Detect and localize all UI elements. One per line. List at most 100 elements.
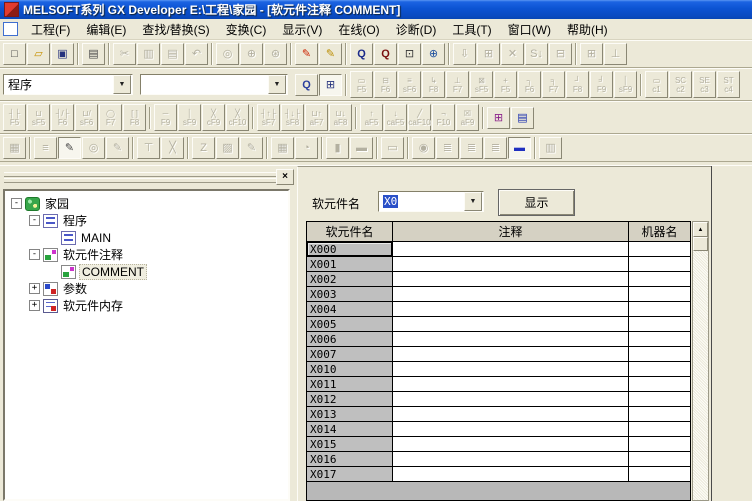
device-name-cell[interactable]: X014 <box>307 422 393 437</box>
machine-name-cell[interactable] <box>629 242 690 257</box>
comment-cell[interactable] <box>393 287 629 302</box>
device-name-cell[interactable]: X007 <box>307 347 393 362</box>
structured-data-button[interactable]: ⊥ <box>604 43 627 65</box>
buffer-memory-monitor-button[interactable]: ◔ <box>295 137 318 159</box>
online-program-button[interactable]: ⊕ <box>422 43 445 65</box>
close-icon[interactable]: × <box>276 169 294 185</box>
paste-button[interactable]: ▤ <box>161 43 184 65</box>
statement-edit-button[interactable]: ✎ <box>319 43 342 65</box>
macro-button[interactable]: ≣ <box>484 137 507 159</box>
parallel-closed-contact-button[interactable]: ⊔/ sF6 <box>75 104 98 131</box>
write-to-plc-button[interactable]: ⇩ <box>453 43 476 65</box>
coil-button[interactable]: ◯ F7 <box>99 104 122 131</box>
print-button[interactable]: ▤ <box>82 43 105 65</box>
tree-expander-icon[interactable]: - <box>29 215 40 226</box>
comment-cell[interactable] <box>393 302 629 317</box>
tree-item-parameter[interactable]: + 参数 <box>5 280 288 297</box>
horizontal-line-button[interactable]: ─ F9 <box>154 104 177 131</box>
project-data-list-button[interactable]: ⊞ <box>319 74 342 96</box>
menu-item[interactable]: 工程(F) <box>24 19 77 40</box>
comment-cell[interactable] <box>393 257 629 272</box>
horizontal-branch-button[interactable]: ¬ F10 <box>432 104 455 131</box>
parallel-falling-pulse-button[interactable]: ⊔↓ aF8 <box>329 104 352 131</box>
comment-display-button[interactable]: ▬ <box>508 137 531 159</box>
delete-vertical-line-button[interactable]: ╳ cF10 <box>226 104 249 131</box>
machine-name-cell[interactable] <box>629 407 690 422</box>
delete-horizontal-line-button[interactable]: ╳ cF9 <box>202 104 225 131</box>
device-name-cell[interactable]: X001 <box>307 257 393 272</box>
menu-item[interactable]: 诊断(D) <box>389 19 444 40</box>
device-use-list-button[interactable]: ≣ <box>460 137 483 159</box>
program-check-button[interactable]: ✕ <box>501 43 524 65</box>
comment-cell[interactable] <box>393 362 629 377</box>
new-window-button[interactable]: ▭ <box>381 137 404 159</box>
application-instruction-button[interactable]: [ ] F8 <box>123 104 146 131</box>
sfc-end-step-button[interactable]: ⊥ F7 <box>446 71 469 98</box>
monitor-mode-button[interactable]: ◎ <box>82 137 105 159</box>
machine-name-cell[interactable] <box>629 347 690 362</box>
device-name-cell[interactable]: X011 <box>307 377 393 392</box>
comment-cell[interactable] <box>393 422 629 437</box>
sfc-sc-button[interactable]: SC c2 <box>669 71 692 98</box>
comment-cell[interactable] <box>393 272 629 287</box>
parallel-open-contact-button[interactable]: ⊔ sF5 <box>27 104 50 131</box>
closed-contact-button[interactable]: ┤/├ F6 <box>51 104 74 131</box>
falling-pulse-button[interactable]: ┤↓├ sF8 <box>281 104 304 131</box>
menu-item[interactable]: 编辑(E) <box>79 19 133 40</box>
entry-ladder-monitor-button[interactable]: ▨ <box>216 137 239 159</box>
find-device-button[interactable]: ⊛ <box>264 43 287 65</box>
data-name-combobox[interactable]: ▼ <box>140 74 288 95</box>
device-name-cell[interactable]: X012 <box>307 392 393 407</box>
menu-item[interactable]: 变换(C) <box>219 19 274 40</box>
circuit-find-2-button[interactable]: Q <box>374 43 397 65</box>
comment-cell[interactable] <box>393 437 629 452</box>
comment-cell[interactable] <box>393 332 629 347</box>
comment-cell[interactable] <box>393 242 629 257</box>
show-button[interactable]: 显示 <box>498 189 575 216</box>
monitor-window-button[interactable]: ⊡ <box>398 43 421 65</box>
device-name-cell[interactable]: X013 <box>307 407 393 422</box>
device-name-combobox[interactable]: X0 ▼ <box>378 191 484 212</box>
device-name-cell[interactable]: X000 <box>307 242 393 257</box>
circuit-find-button[interactable]: Q <box>350 43 373 65</box>
dock-grip[interactable] <box>4 171 276 183</box>
open-project-button[interactable]: ▱ <box>27 43 50 65</box>
scrollbar-thumb[interactable] <box>693 237 708 251</box>
machine-name-cell[interactable] <box>629 377 690 392</box>
device-name-cell[interactable]: X005 <box>307 317 393 332</box>
comment-cell[interactable] <box>393 407 629 422</box>
machine-name-cell[interactable] <box>629 272 690 287</box>
device-test-tool-button[interactable]: ⊤ <box>137 137 160 159</box>
save-project-button[interactable]: ▣ <box>51 43 74 65</box>
machine-name-cell[interactable] <box>629 437 690 452</box>
chevron-down-icon[interactable]: ▼ <box>464 192 482 211</box>
find-replace-button[interactable]: ⊕ <box>240 43 263 65</box>
tree-item-comment[interactable]: COMMENT <box>5 263 288 280</box>
machine-name-cell[interactable] <box>629 452 690 467</box>
menu-item[interactable]: 在线(O) <box>331 19 386 40</box>
device-registration-button[interactable]: ▦ <box>271 137 294 159</box>
sfc-simultaneous-divergence-button[interactable]: ╕ F7 <box>542 71 565 98</box>
online-monitor-button[interactable]: ◉ <box>412 137 435 159</box>
ladder-block-button[interactable]: ⊟ <box>549 43 572 65</box>
menu-item[interactable]: 工具(T) <box>445 19 498 40</box>
tree-item-project-root[interactable]: - 家园 <box>5 195 288 212</box>
tree-item-device-memory[interactable]: + 软元件内存 <box>5 297 288 314</box>
falling-pulse-open-button[interactable]: ↓ caF5 <box>384 104 407 131</box>
copy-button[interactable]: ▥ <box>137 43 160 65</box>
data-type-combobox[interactable]: 程序 ▼ <box>3 74 133 95</box>
sfc-transition-button[interactable]: + F5 <box>494 71 517 98</box>
parallel-rising-pulse-button[interactable]: ⊔↑ aF7 <box>305 104 328 131</box>
chevron-down-icon[interactable]: ▼ <box>268 75 286 94</box>
sfc-selection-divergence-button[interactable]: ┐ F6 <box>518 71 541 98</box>
device-name-cell[interactable]: X017 <box>307 467 393 482</box>
ladder-block-list-button[interactable]: ≣ <box>436 137 459 159</box>
machine-name-cell[interactable] <box>629 332 690 347</box>
sfc-step-button[interactable]: ▭ F5 <box>350 71 373 98</box>
machine-name-cell[interactable] <box>629 317 690 332</box>
monitor-write-mode-button[interactable]: ✎ <box>106 137 129 159</box>
tree-item-program-folder[interactable]: - 程序 <box>5 212 288 229</box>
scan-time-button[interactable]: Z <box>192 137 215 159</box>
vertical-scrollbar[interactable]: ▲ <box>692 221 709 501</box>
program-parts-button[interactable]: ⊞ <box>580 43 603 65</box>
